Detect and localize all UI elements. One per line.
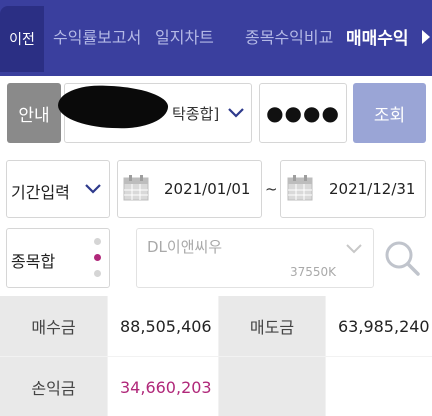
toggle-dot: [94, 238, 101, 245]
tab-return-report[interactable]: 수익률보고서: [53, 24, 141, 48]
tab-trade-profit[interactable]: 매매수익: [346, 24, 409, 49]
back-button[interactable]: 이전: [0, 6, 44, 72]
chevron-down-icon[interactable]: [228, 108, 244, 118]
date-range-separator: ~: [265, 180, 278, 198]
period-mode-label: 기간입력: [11, 183, 70, 202]
toggle-dot-active: [94, 254, 101, 261]
account-type-label: 탁종합]: [172, 105, 220, 123]
profit-value: 34,660,203: [108, 357, 218, 416]
toggle-dot: [94, 270, 101, 277]
calendar-icon[interactable]: [123, 174, 149, 202]
query-button[interactable]: 조회: [353, 83, 426, 143]
search-icon[interactable]: [376, 228, 426, 288]
tab-stock-compare[interactable]: 종목수익비교: [245, 24, 333, 48]
stock-type-label: 종목합: [11, 252, 56, 271]
summary-table: 매수금 88,505,406 매도금 63,985,240 손익금 34,660…: [0, 296, 432, 416]
top-tab-bar: 이전 수익률보고서 일지차트 종목수익비교 매매수익: [0, 0, 432, 76]
profit-label: 손익금: [0, 357, 107, 416]
sell-amount-value: 63,985,240: [326, 296, 432, 356]
start-date-value: 2021/01/01: [164, 180, 251, 198]
tab-journal-chart[interactable]: 일지차트: [155, 24, 214, 48]
buy-amount-label: 매수금: [0, 296, 107, 356]
guide-button[interactable]: 안내: [7, 83, 61, 143]
calendar-icon[interactable]: [287, 174, 313, 202]
end-date-value: 2021/12/31: [329, 180, 416, 198]
empty-label-cell: [219, 357, 325, 416]
stock-name: DL이앤씨우: [147, 238, 223, 256]
empty-value-cell: [326, 357, 432, 416]
password-field[interactable]: ●●●●: [259, 83, 347, 143]
chevron-right-icon[interactable]: [420, 28, 432, 46]
chevron-down-icon[interactable]: [346, 244, 362, 254]
chevron-down-icon[interactable]: [85, 184, 101, 194]
sell-amount-label: 매도금: [219, 296, 325, 356]
stock-code: 37550K: [290, 265, 337, 279]
buy-amount-value: 88,505,406: [108, 296, 218, 356]
